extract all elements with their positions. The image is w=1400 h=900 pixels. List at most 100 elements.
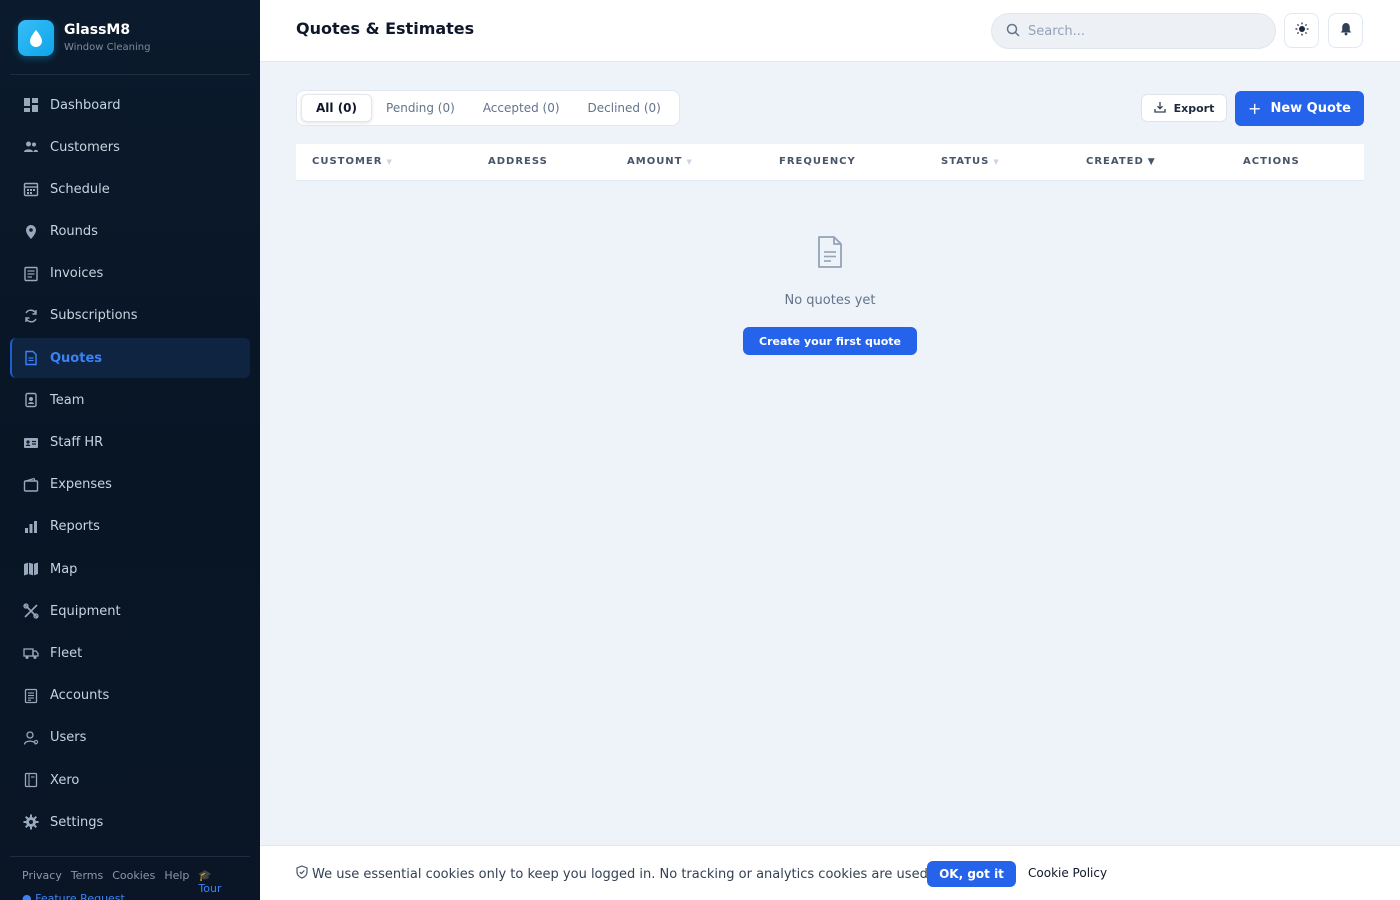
bell-icon (1339, 21, 1353, 40)
column-status[interactable]: STATUS ▼ (941, 156, 1000, 167)
sidebar-item-users[interactable]: Users (10, 718, 250, 758)
sidebar-nav: Dashboard Customers Schedule Rounds Invo… (10, 85, 250, 844)
sidebar-item-expenses[interactable]: Expenses (10, 465, 250, 505)
column-frequency: FREQUENCY (779, 156, 856, 167)
sidebar-item-team[interactable]: Team (10, 380, 250, 420)
sidebar-item-schedule[interactable]: Schedule (10, 169, 250, 209)
new-quote-button[interactable]: + New Quote (1235, 91, 1364, 126)
plus-icon: + (1248, 99, 1262, 118)
sidebar-item-equipment[interactable]: Equipment (10, 591, 250, 631)
download-icon (1153, 101, 1174, 116)
sidebar-item-invoices[interactable]: Invoices (10, 254, 250, 294)
divider (10, 856, 250, 857)
sidebar-item-label: Subscriptions (50, 308, 138, 324)
create-first-quote-button[interactable]: Create your first quote (743, 327, 917, 355)
refresh-icon (23, 308, 39, 324)
theme-toggle-button[interactable] (1284, 13, 1319, 48)
sort-icon: ▼ (686, 157, 693, 166)
invoice-icon (23, 266, 39, 282)
tab-all[interactable]: All (0) (301, 94, 373, 122)
sidebar-item-dashboard[interactable]: Dashboard (10, 85, 250, 125)
sidebar-item-label: Schedule (50, 181, 110, 197)
search-box[interactable] (991, 13, 1276, 49)
column-customer[interactable]: CUSTOMER ▼ (312, 156, 393, 167)
sidebar-item-staff-hr[interactable]: Staff HR (10, 423, 250, 463)
sidebar-item-xero[interactable]: Xero (10, 760, 250, 800)
sidebar-item-label: Quotes (50, 350, 103, 366)
customers-icon (23, 139, 39, 155)
sidebar-item-label: Accounts (50, 688, 110, 704)
water-drop-icon (18, 20, 54, 56)
dashboard-icon (23, 97, 39, 113)
column-address: ADDRESS (488, 156, 548, 167)
document-icon (23, 350, 39, 366)
tour-link[interactable]: 🎓Tour (198, 869, 251, 895)
sidebar-item-map[interactable]: Map (10, 549, 250, 589)
sidebar-item-label: Invoices (50, 266, 104, 282)
column-created[interactable]: CREATED ▼ (1086, 156, 1156, 167)
empty-state-message: No quotes yet (784, 293, 876, 308)
sidebar-item-quotes[interactable]: Quotes (10, 338, 250, 379)
export-button[interactable]: Export (1141, 94, 1227, 122)
sidebar-item-fleet[interactable]: Fleet (10, 633, 250, 673)
quotes-table-header: CUSTOMER ▼ ADDRESS AMOUNT ▼ FREQUENCY STAT… (296, 144, 1364, 181)
wallet-icon (23, 477, 39, 493)
cookie-accept-button[interactable]: OK, got it (927, 861, 1016, 887)
brand-subtitle: Window Cleaning (64, 42, 151, 53)
sidebar-item-label: Team (50, 392, 85, 408)
graduation-cap-icon: 🎓 (198, 869, 213, 882)
sidebar-item-subscriptions[interactable]: Subscriptions (10, 296, 250, 336)
sidebar-item-customers[interactable]: Customers (10, 127, 250, 167)
sidebar-item-label: Customers (50, 139, 120, 155)
calendar-icon (23, 181, 39, 197)
ledger-icon (23, 688, 39, 704)
id-badge-icon (23, 392, 39, 408)
sidebar-item-label: Fleet (50, 645, 83, 661)
document-icon (816, 235, 844, 273)
search-icon (1006, 22, 1020, 41)
sidebar-item-rounds[interactable]: Rounds (10, 212, 250, 252)
brand-name: GlassM8 (64, 22, 131, 38)
bar-chart-icon (23, 519, 39, 535)
export-label: Export (1173, 101, 1215, 115)
sort-desc-icon: ▼ (1147, 156, 1156, 167)
sort-icon: ▼ (993, 157, 1000, 166)
sidebar-item-label: Expenses (50, 477, 112, 493)
cookie-policy-link[interactable]: Cookie Policy (1028, 866, 1107, 880)
sidebar-item-settings[interactable]: Settings (10, 802, 250, 842)
sidebar-item-label: Map (50, 561, 78, 577)
sidebar-item-label: Users (50, 730, 87, 746)
tools-icon (23, 603, 39, 619)
search-input[interactable] (1028, 23, 1248, 39)
sidebar-item-label: Equipment (50, 603, 121, 619)
help-link[interactable]: Help (164, 869, 189, 895)
brand[interactable]: GlassM8 Window Cleaning (18, 20, 150, 56)
cookie-banner: We use essential cookies only to keep yo… (260, 845, 1400, 900)
notifications-button[interactable] (1328, 13, 1363, 48)
map-icon (23, 561, 39, 577)
sidebar: GlassM8 Window Cleaning Dashboard Custom… (0, 0, 260, 900)
sidebar-item-label: Rounds (50, 224, 98, 240)
sidebar-item-label: Settings (50, 814, 104, 830)
feature-request-link[interactable]: ● Feature Request (22, 892, 125, 900)
id-card-icon (23, 435, 39, 451)
tab-declined[interactable]: Declined (0) (574, 94, 675, 122)
column-amount[interactable]: AMOUNT ▼ (627, 156, 693, 167)
shield-icon (296, 865, 312, 883)
page-title: Quotes & Estimates (296, 19, 475, 38)
top-bar: Quotes & Estimates (260, 0, 1400, 62)
sort-icon: ▼ (386, 157, 393, 166)
sidebar-item-reports[interactable]: Reports (10, 507, 250, 547)
column-actions: ACTIONS (1243, 156, 1300, 167)
sidebar-item-label: Xero (50, 772, 80, 788)
cookie-message: We use essential cookies only to keep yo… (296, 865, 932, 883)
status-tabs: All (0) Pending (0) Accepted (0) Decline… (296, 90, 680, 126)
tab-pending[interactable]: Pending (0) (372, 94, 469, 122)
map-pin-icon (23, 224, 39, 240)
tab-accepted[interactable]: Accepted (0) (469, 94, 574, 122)
sidebar-item-label: Dashboard (50, 97, 121, 113)
gear-icon (23, 814, 39, 830)
sidebar-item-label: Reports (50, 519, 100, 535)
sidebar-item-accounts[interactable]: Accounts (10, 676, 250, 716)
user-icon (23, 730, 39, 746)
